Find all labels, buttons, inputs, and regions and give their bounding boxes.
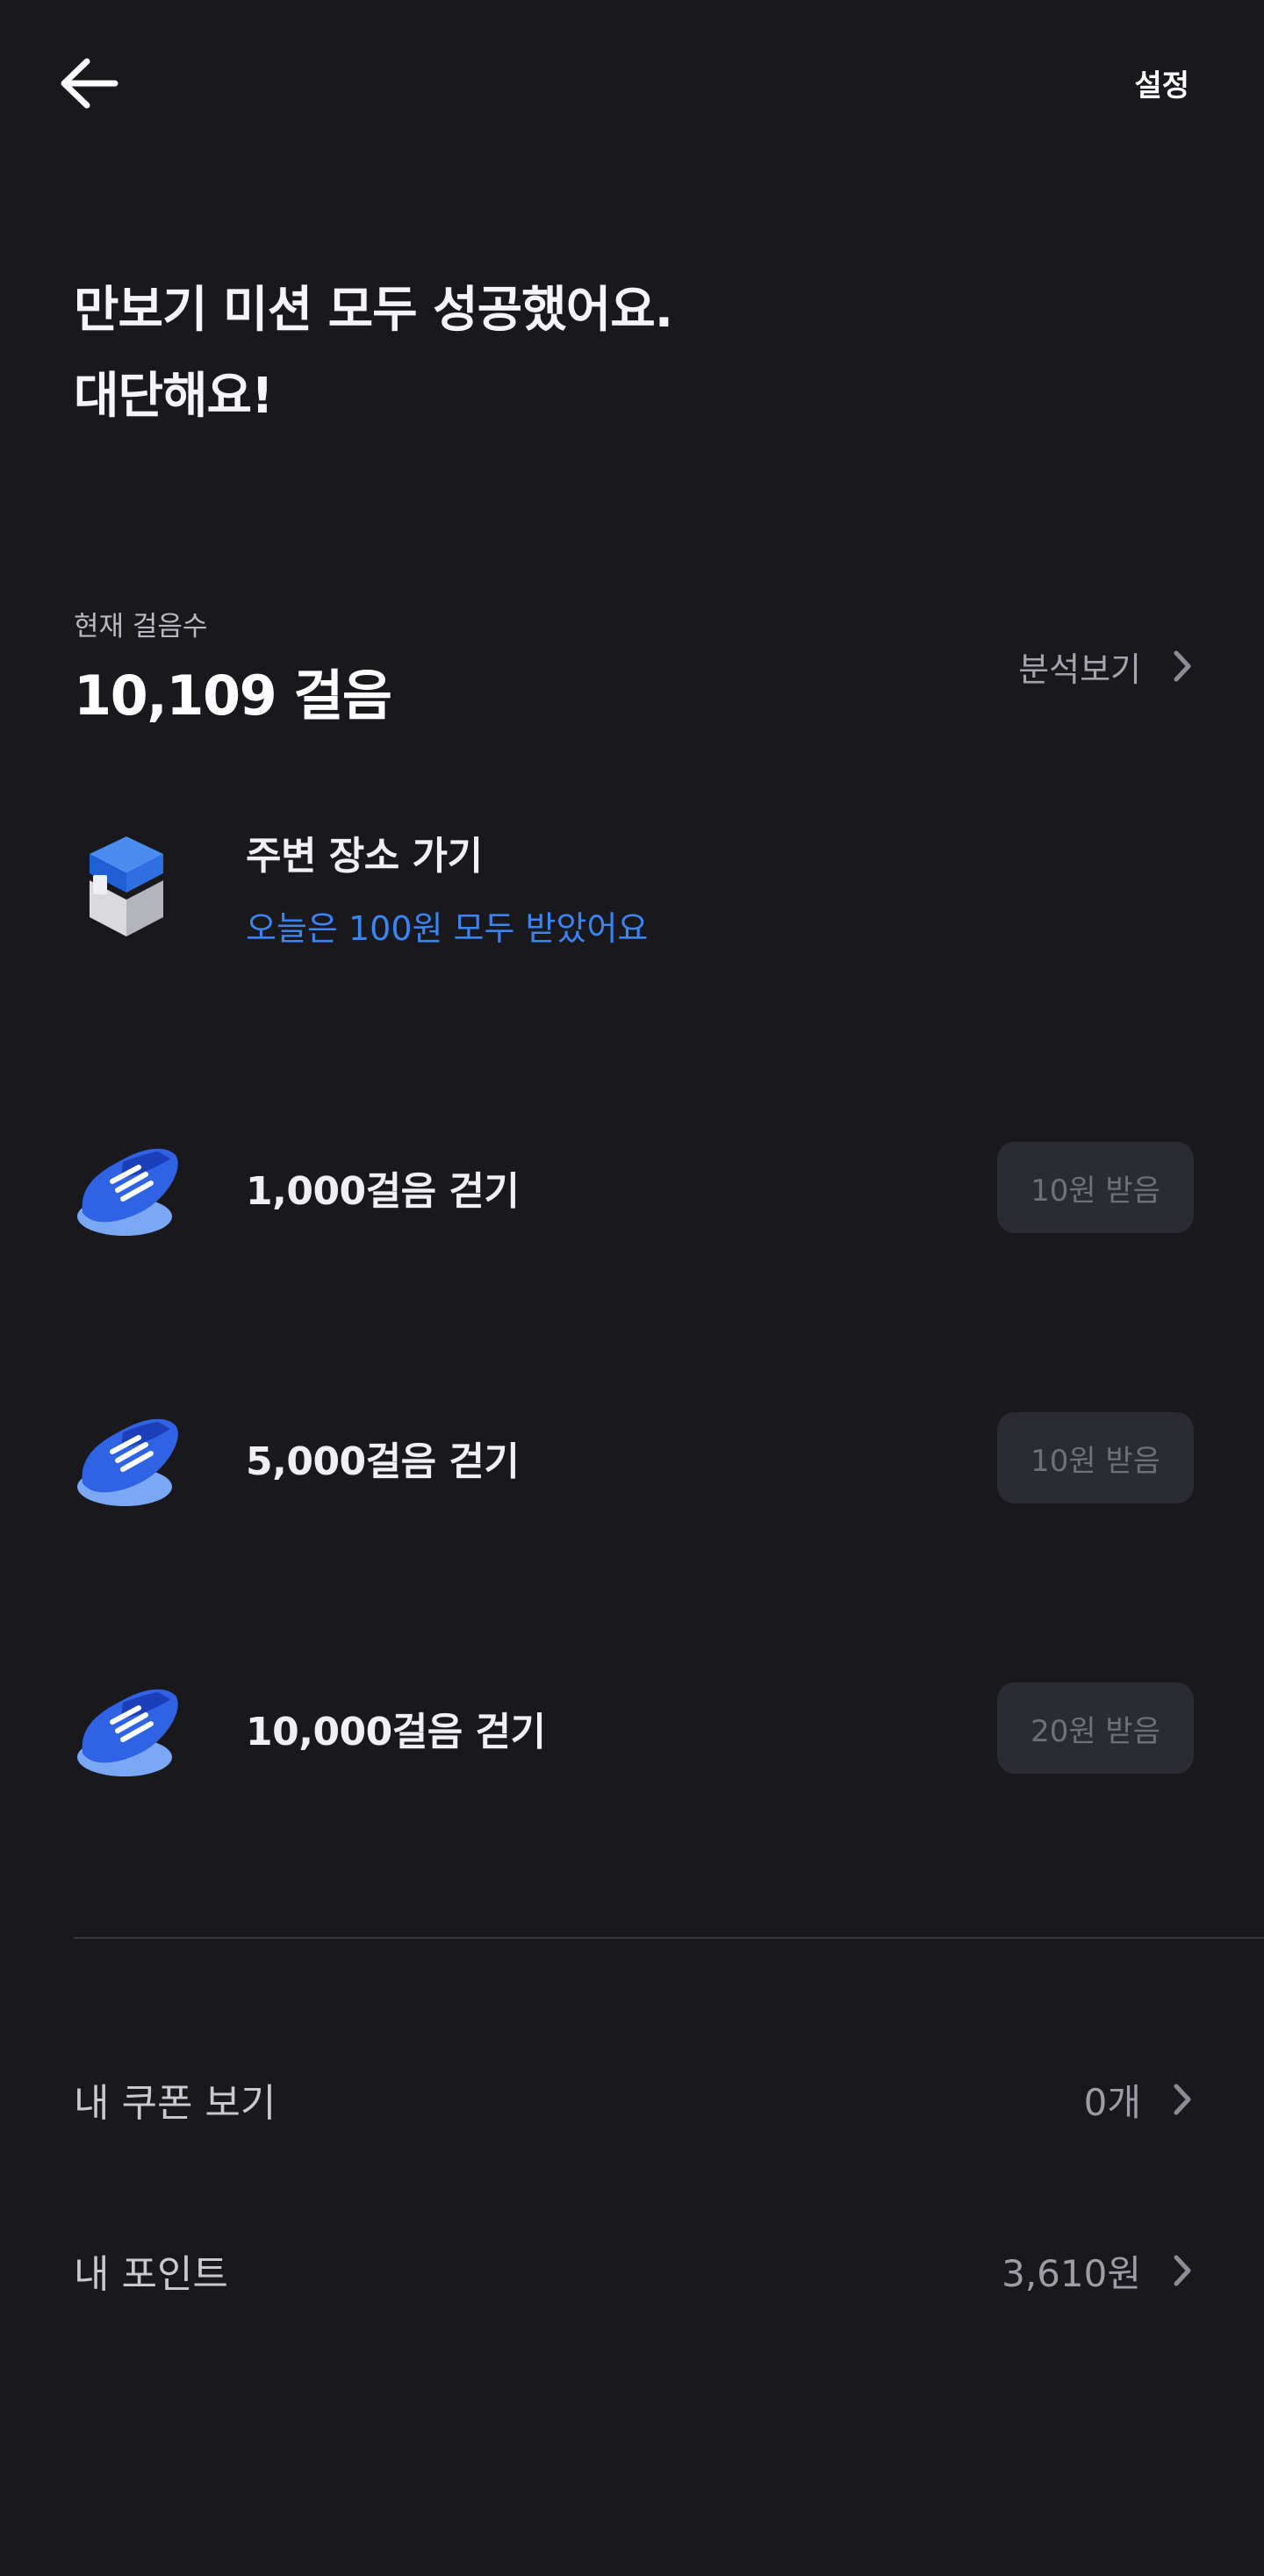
mission-title: 1,000걸음 걷기 <box>246 1169 520 1214</box>
reward-received-button[interactable]: 20원 받음 <box>997 1683 1194 1774</box>
current-steps-value: 10,109 걸음 <box>74 664 392 728</box>
chevron-right-icon <box>1167 649 1197 684</box>
mission-title: 주변 장소 가기 <box>246 833 483 879</box>
my-coupons-count: 0개 <box>1083 2080 1141 2124</box>
reward-received-button[interactable]: 10원 받음 <box>997 1412 1194 1503</box>
analysis-link[interactable]: 분석보기 <box>1018 644 1197 689</box>
headline-line-1: 만보기 미션 모두 성공했어요. <box>74 282 673 339</box>
mission-item-1000-steps: 1,000걸음 걷기 10원 받음 <box>74 1122 1194 1253</box>
mission-title: 5,000걸음 걷기 <box>246 1439 520 1484</box>
mission-subtitle: 오늘은 100원 모두 받았어요 <box>246 908 649 948</box>
settings-button[interactable]: 설정 <box>1134 61 1189 104</box>
mission-title: 10,000걸음 걷기 <box>246 1710 546 1754</box>
page-title: 만보기 미션 모두 성공했어요. 대단해요! <box>74 268 673 440</box>
building-icon <box>90 836 163 936</box>
shoe-icon <box>77 1148 178 1236</box>
my-coupons-label: 내 쿠폰 보기 <box>74 2081 276 2126</box>
back-button[interactable] <box>53 51 123 116</box>
section-divider <box>74 1937 1264 1939</box>
headline-line-2: 대단해요! <box>74 368 274 425</box>
arrow-left-icon <box>61 58 118 109</box>
mission-page: 설정 만보기 미션 모두 성공했어요. 대단해요! 현재 걸음수 10,109 … <box>0 0 1264 2576</box>
my-points-row[interactable]: 내 포인트 3,610원 <box>74 2235 1197 2306</box>
chevron-right-icon <box>1167 2082 1197 2117</box>
chevron-right-icon <box>1167 2253 1197 2288</box>
mission-item-5000-steps: 5,000걸음 걷기 10원 받음 <box>74 1392 1194 1524</box>
reward-received-button[interactable]: 10원 받음 <box>997 1142 1194 1233</box>
mission-item-place[interactable]: 주변 장소 가기 오늘은 100원 모두 받았어요 <box>74 821 1194 952</box>
shoe-icon <box>77 1418 178 1506</box>
my-points-value: 3,610원 <box>1002 2251 1141 2295</box>
shoe-icon <box>77 1689 178 1776</box>
current-steps-label: 현재 걸음수 <box>74 611 208 642</box>
my-points-label: 내 포인트 <box>74 2252 228 2297</box>
mission-item-10000-steps: 10,000걸음 걷기 20원 받음 <box>74 1662 1194 1794</box>
my-coupons-row[interactable]: 내 쿠폰 보기 0개 <box>74 2064 1197 2135</box>
analysis-link-label: 분석보기 <box>1018 649 1141 689</box>
